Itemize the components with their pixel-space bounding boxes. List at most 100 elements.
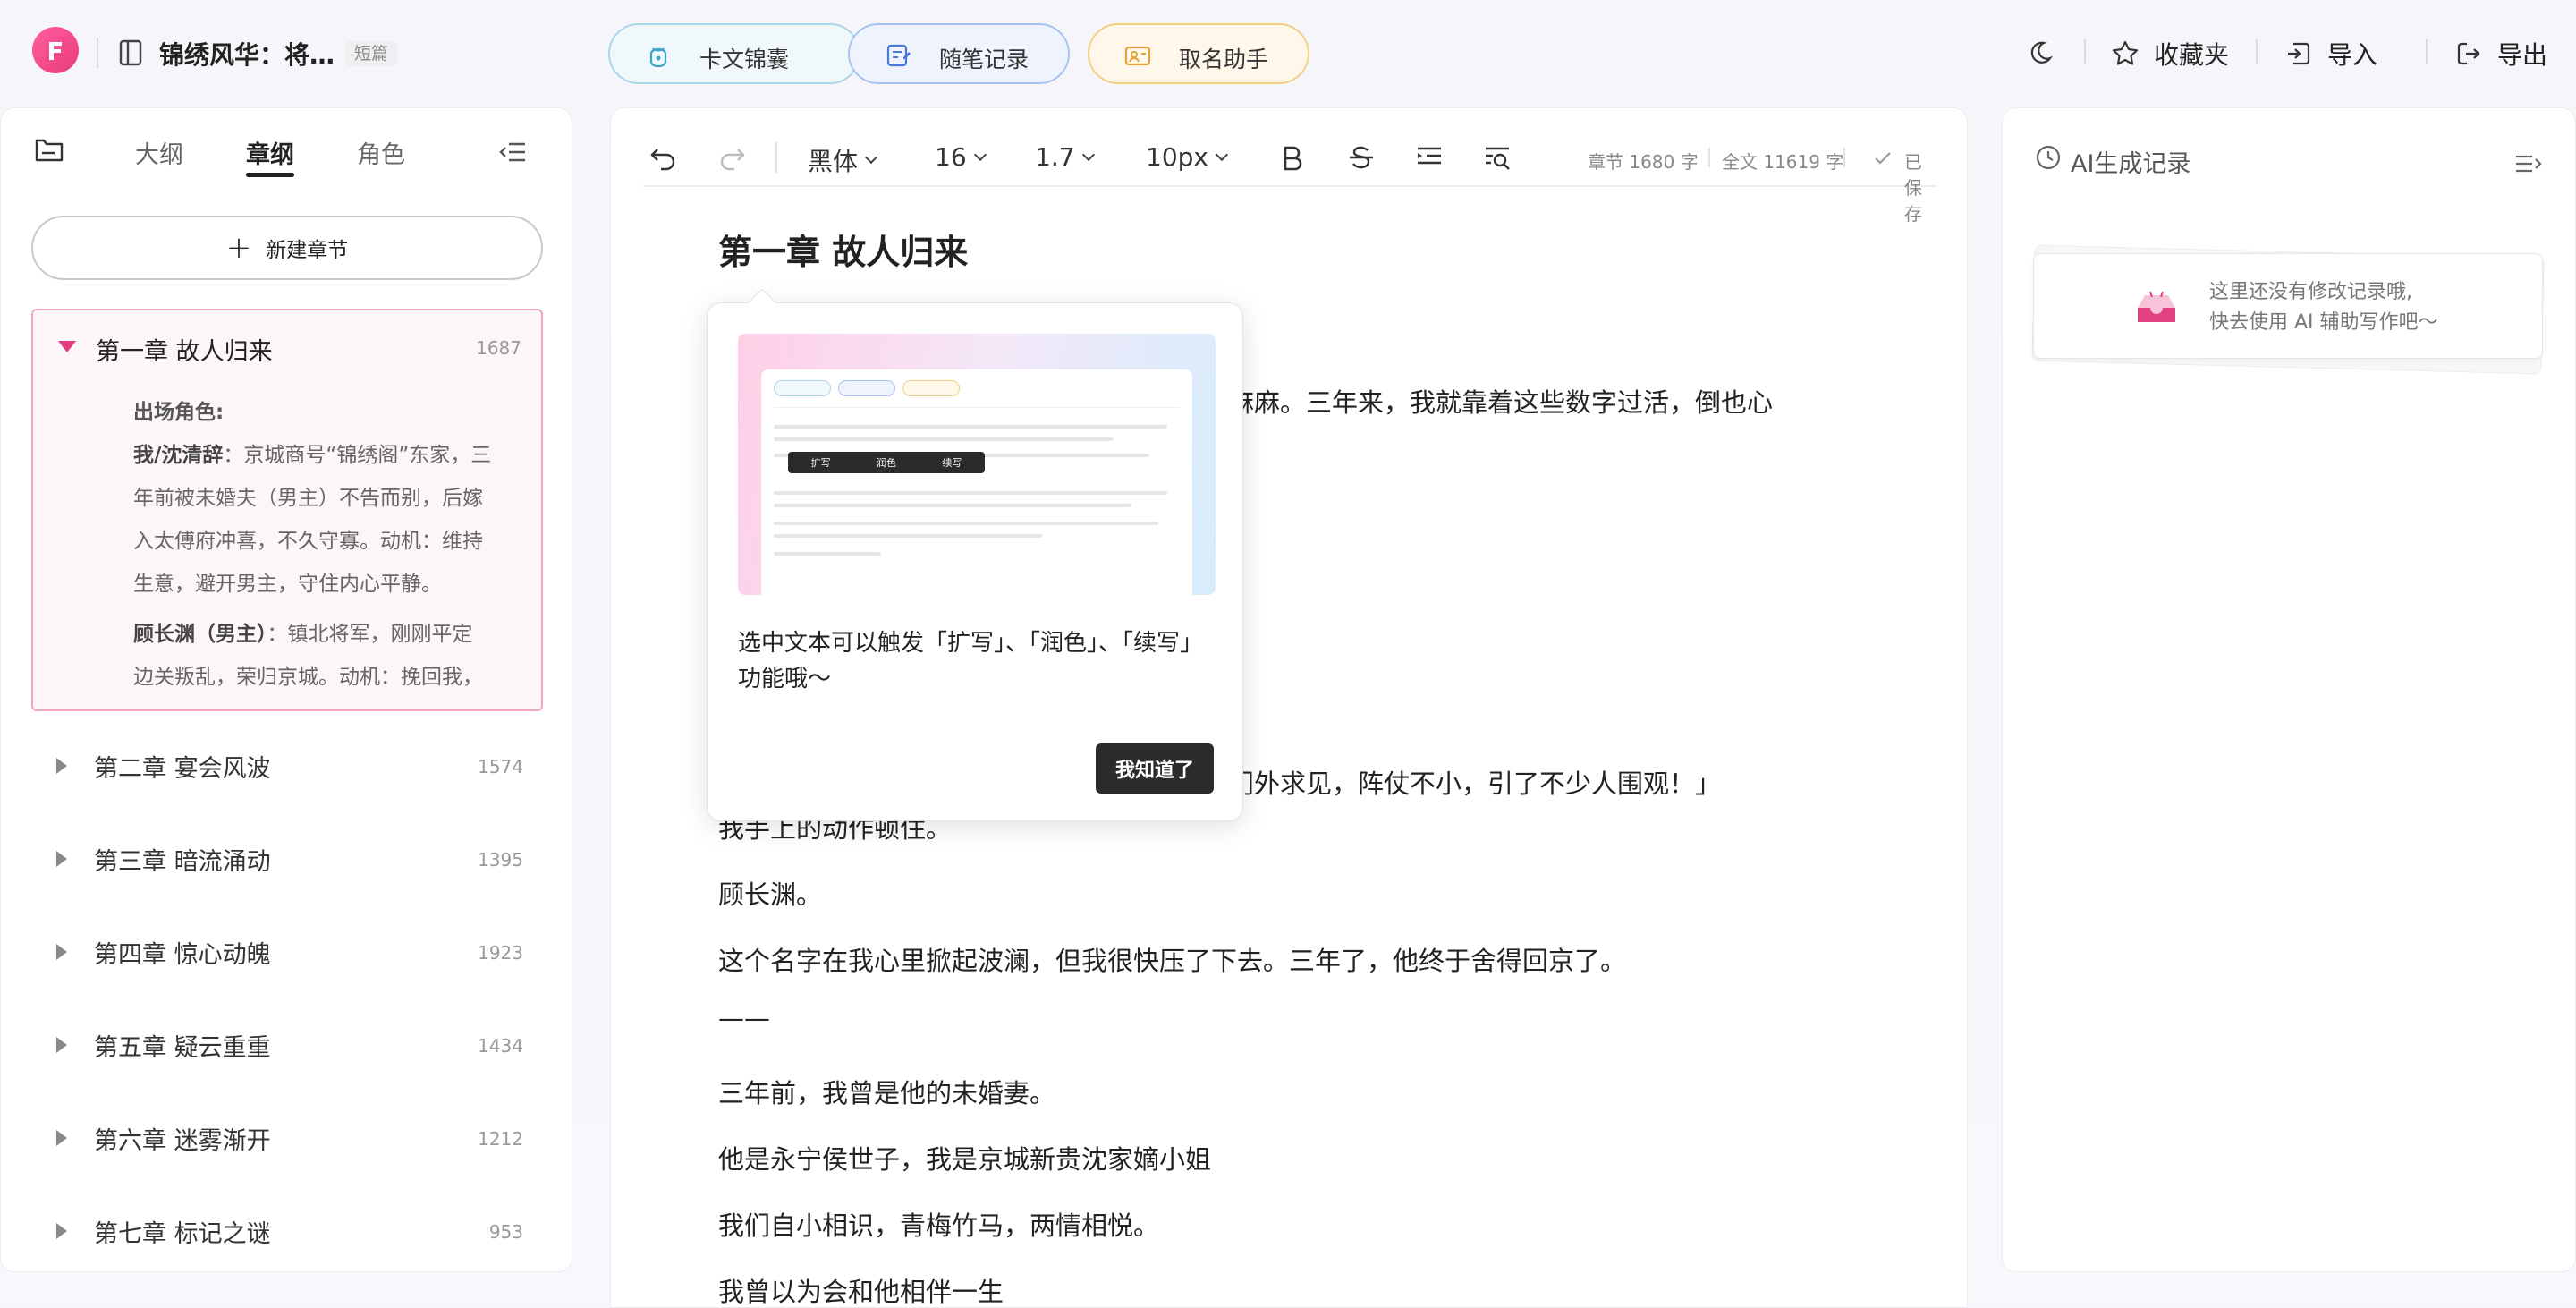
- chevron-down-icon: [864, 150, 878, 165]
- paragraph-spacing-select[interactable]: 10px: [1146, 142, 1229, 172]
- collapse-sidebar-icon[interactable]: [498, 140, 527, 164]
- indent-icon[interactable]: [1414, 142, 1445, 173]
- export-button[interactable]: 导出: [2454, 36, 2547, 72]
- bold-icon[interactable]: [1276, 142, 1307, 173]
- empty-inbox-icon: [2138, 291, 2175, 322]
- chapter-title: 第二章 宴会风波: [94, 755, 271, 783]
- font-size-select[interactable]: 16: [935, 142, 987, 172]
- chapter-word-count: 章节 1680 字: [1588, 151, 1699, 173]
- caret-down-icon[interactable]: [58, 341, 76, 352]
- divider-text[interactable]: ——: [718, 1003, 770, 1033]
- document-title[interactable]: 锦绣风华：将…: [159, 36, 335, 72]
- divider: [775, 142, 777, 173]
- redo-icon[interactable]: [716, 142, 747, 173]
- chapter-item[interactable]: 第三章 暗流涌动 1395: [31, 829, 543, 887]
- chapter-title: 第五章 疑云重重: [94, 1034, 271, 1062]
- chevron-down-icon: [1081, 148, 1095, 161]
- app-logo-icon[interactable]: [32, 27, 79, 73]
- notes-button[interactable]: 随笔记录: [848, 23, 1070, 84]
- got-it-button[interactable]: 我知道了: [1096, 743, 1214, 794]
- chapter-word-count: 1687: [476, 337, 521, 359]
- chapter-item[interactable]: 第六章 迷雾渐开 1212: [31, 1108, 543, 1166]
- chapter-title: 第一章 故人归来: [96, 338, 273, 366]
- roles-label: 出场角色:: [133, 401, 225, 424]
- caret-right-icon[interactable]: [56, 1223, 67, 1239]
- undo-icon[interactable]: [648, 142, 679, 173]
- chapter-title: 第四章 惊心动魄: [94, 941, 271, 969]
- new-chapter-button[interactable]: + 新建章节: [31, 216, 543, 280]
- export-label: 导出: [2497, 40, 2548, 70]
- font-family-value: 黑体: [808, 147, 859, 176]
- dark-mode-moon-icon[interactable]: [2027, 39, 2054, 66]
- tooltip-message: 选中文本可以触发「扩写」、「润色」、「续写」功能哦～: [738, 630, 1204, 692]
- caret-right-icon[interactable]: [56, 758, 67, 774]
- role-name: 顾长渊（男主）: [133, 623, 267, 646]
- favorites-button[interactable]: 收藏夹: [2111, 36, 2229, 72]
- chapter-word-count: 1434: [478, 1035, 523, 1057]
- font-size-value: 16: [935, 142, 967, 172]
- onboarding-tooltip: 扩写 润色 续写 选中文本可以触发「扩写」、「润色」、「续写」功能哦～ 我知道了: [707, 288, 1243, 821]
- role-desc: ：镇北将军，刚刚平定: [267, 623, 473, 646]
- naming-assistant-label: 取名助手: [1179, 47, 1269, 72]
- role-desc: 生意，避开男主，守住内心平静。: [133, 573, 442, 596]
- import-button[interactable]: 导入: [2284, 36, 2377, 72]
- chapter-item-expanded[interactable]: 第一章 故人归来 1687 出场角色: 我/沈清辞：京城商号“锦绣阁”东家，三 …: [31, 309, 543, 711]
- paragraph-spacing-value: 10px: [1146, 142, 1208, 172]
- tab-outline[interactable]: 大纲: [135, 135, 183, 170]
- favorites-label: 收藏夹: [2154, 40, 2230, 70]
- paragraph[interactable]: 他是永宁侯世子，我是京城新贵沈家嫡小姐: [718, 1139, 1211, 1176]
- empty-state-card: 这里还没有修改记录哦, 快去使用 AI 辅助写作吧～: [2033, 253, 2543, 359]
- strikethrough-icon[interactable]: [1346, 142, 1377, 173]
- role-desc: ：京城商号“锦绣阁”东家，三: [223, 444, 492, 467]
- line-height-value: 1.7: [1035, 142, 1075, 172]
- chapter-word-count: 953: [488, 1221, 523, 1243]
- paragraph[interactable]: 门外求见，阵仗不小，引了不少人围观！」: [1228, 763, 1721, 801]
- preview-continue-label: 续写: [942, 457, 962, 469]
- chapter-folder-icon[interactable]: [33, 135, 65, 166]
- font-family-select[interactable]: 黑体: [808, 142, 878, 178]
- chapter-item[interactable]: 第二章 宴会风波 1574: [31, 736, 543, 794]
- new-chapter-label: 新建章节: [266, 239, 349, 262]
- role-desc: 入太傅府冲喜，不久守寡。动机：维持: [133, 530, 483, 553]
- tab-chapter-outline[interactable]: 章纲: [246, 135, 294, 170]
- chapter-item[interactable]: 第七章 标记之谜 953: [31, 1202, 543, 1259]
- kawen-jinnang-label: 卡文锦囊: [699, 47, 790, 72]
- document-type-badge: 短篇: [345, 41, 398, 66]
- feature-preview-image: 扩写 润色 续写: [738, 334, 1216, 595]
- paragraph[interactable]: 麻麻。三年来，我就靠着这些数字过活，倒也心: [1228, 382, 1773, 420]
- naming-assistant-button[interactable]: 取名助手: [1088, 23, 1309, 84]
- name-card-icon: [1124, 46, 1151, 66]
- chapter-item[interactable]: 第四章 惊心动魄 1923: [31, 922, 543, 980]
- tab-characters[interactable]: 角色: [357, 135, 405, 170]
- caret-right-icon[interactable]: [56, 1037, 67, 1053]
- caret-right-icon[interactable]: [56, 851, 67, 867]
- chapter-word-count: 1212: [478, 1128, 523, 1150]
- paragraph[interactable]: 我曾以为会和他相伴一生: [718, 1271, 1004, 1308]
- paragraph[interactable]: 三年前，我曾是他的未婚妻。: [718, 1073, 1055, 1110]
- caret-right-icon[interactable]: [56, 944, 67, 960]
- divider: [1843, 148, 1845, 167]
- collapse-panel-icon[interactable]: [2514, 153, 2543, 174]
- caret-right-icon[interactable]: [56, 1130, 67, 1146]
- top-bar: 锦绣风华：将… 短篇 卡文锦囊 随笔记录 取名助手 收藏夹 导入 导出: [0, 0, 2576, 107]
- preview-polish-label: 润色: [876, 457, 896, 469]
- paragraph[interactable]: 顾长渊。: [718, 874, 822, 912]
- chapter-item[interactable]: 第五章 疑云重重 1434: [31, 1015, 543, 1073]
- find-replace-icon[interactable]: [1482, 142, 1513, 173]
- paragraph[interactable]: 这个名字在我心里掀起波澜，但我很快压了下去。三年了，他终于舍得回京了。: [718, 940, 1626, 978]
- line-height-select[interactable]: 1.7: [1035, 142, 1095, 172]
- ai-history-panel: AI生成记录 这里还没有修改记录哦, 快去使用 AI 辅助写作吧～: [2002, 107, 2576, 1272]
- document-icon: [119, 39, 142, 66]
- kawen-jinnang-button[interactable]: 卡文锦囊: [608, 23, 860, 84]
- chapter-word-count: 1923: [478, 942, 523, 964]
- chapter-summary: 出场角色: 我/沈清辞：京城商号“锦绣阁”东家，三 年前被未婚夫（男主）不告而别…: [133, 391, 529, 699]
- chapter-title: 第三章 暗流涌动: [94, 848, 271, 876]
- chapter-sidebar: 大纲 章纲 角色 + 新建章节 第一章 故人归来 1687 出场角色: 我/沈清…: [0, 107, 572, 1272]
- empty-state-line: 这里还没有修改记录哦,: [2209, 281, 2412, 303]
- empty-state-line: 快去使用 AI 辅助写作吧～: [2209, 311, 2438, 334]
- paragraph[interactable]: 我们自小相识，青梅竹马，两情相悦。: [718, 1205, 1159, 1243]
- divider: [2084, 39, 2086, 64]
- divider: [1708, 148, 1710, 167]
- save-status: 已保存: [1904, 151, 1922, 225]
- chapter-heading[interactable]: 第一章 故人归来: [718, 225, 968, 274]
